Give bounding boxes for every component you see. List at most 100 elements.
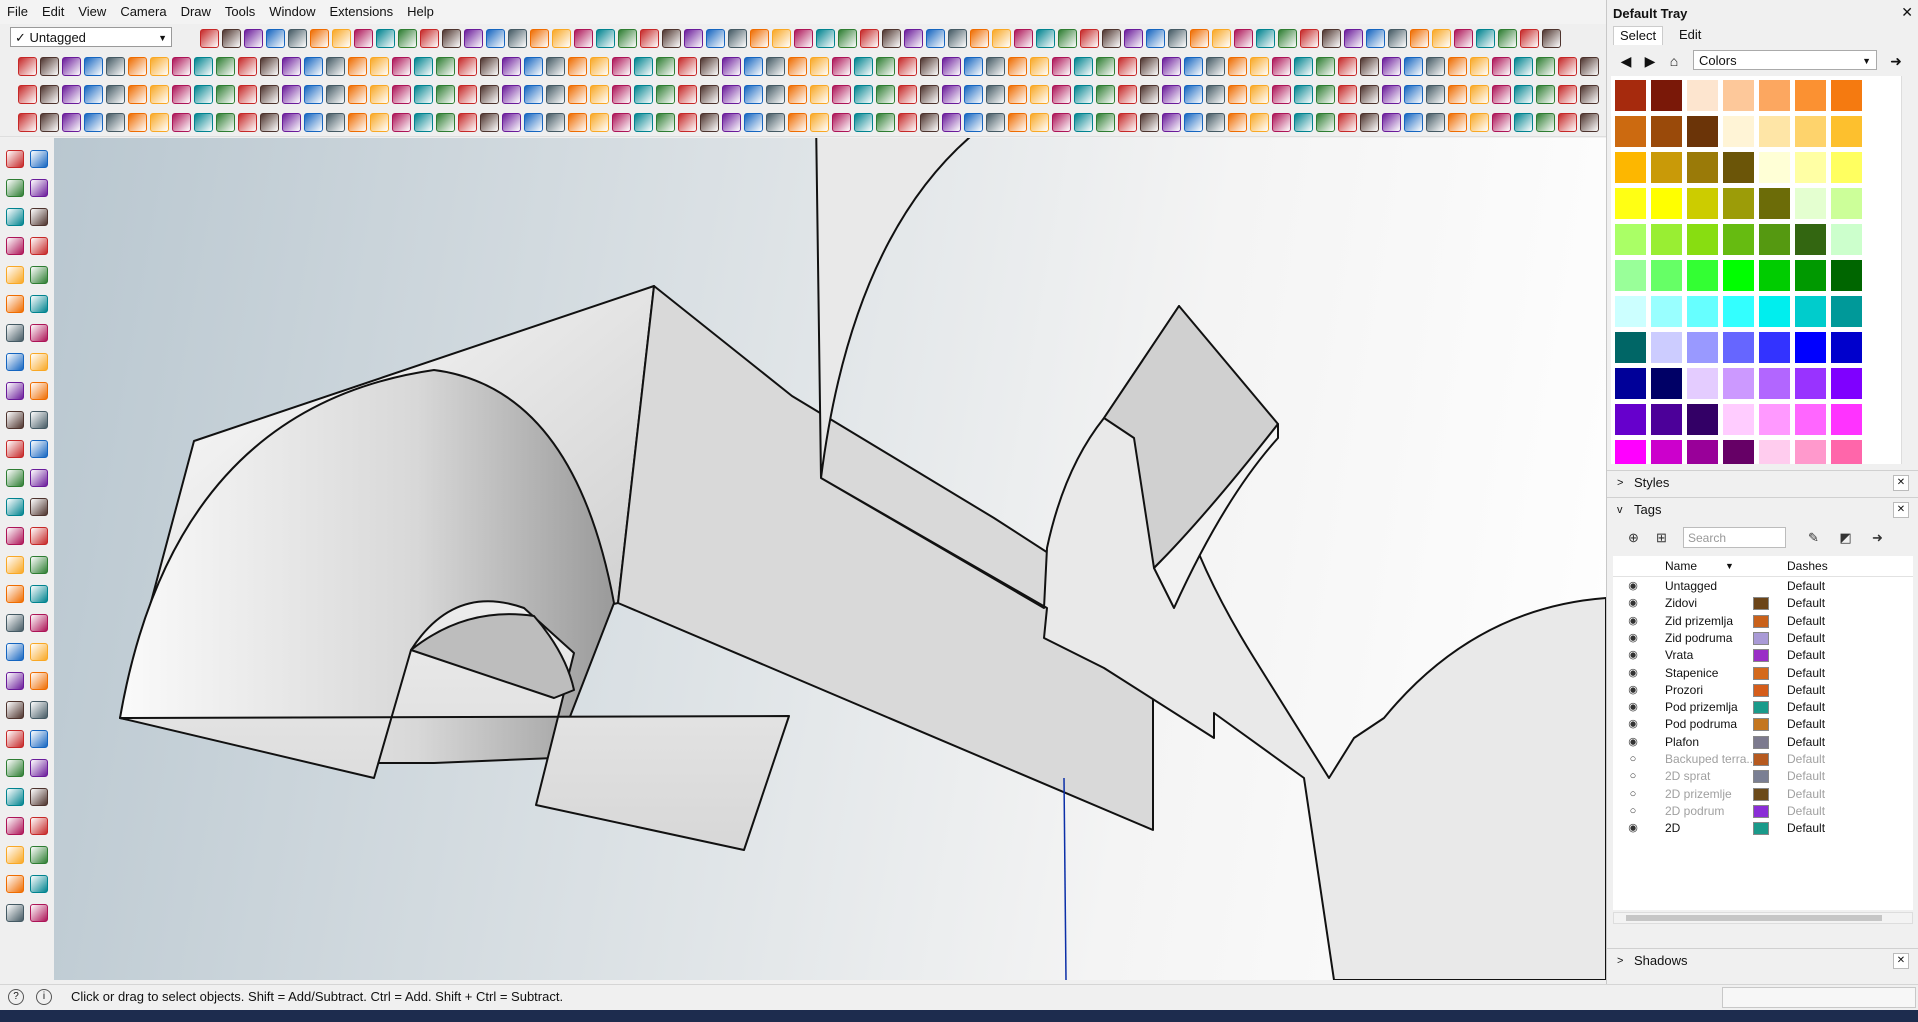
toolbar-tool-icon[interactable] [1140,57,1159,76]
toolbar-tool-icon[interactable] [1316,57,1335,76]
toolbar-tool-icon[interactable] [700,113,719,132]
toolbar-tool-icon[interactable] [1404,57,1423,76]
toolbar-tool-icon[interactable] [854,85,873,104]
color-swatch[interactable] [1759,188,1790,219]
color-swatch[interactable] [1831,116,1862,147]
toolbar-tool-icon[interactable] [530,29,549,48]
toolbar-tool-icon[interactable] [1272,57,1291,76]
toolbar-tool-icon[interactable] [1300,29,1319,48]
toolbar-tool-icon[interactable] [1470,57,1489,76]
toolbar-tool-icon[interactable] [590,113,609,132]
toolbar-tool-icon[interactable] [348,57,367,76]
toolbar-tool-icon[interactable] [222,29,241,48]
tag-row[interactable]: ◉ Zid prizemlja Default [1613,613,1913,630]
color-swatch[interactable] [1795,440,1826,464]
toolbar-tool-icon[interactable] [1492,57,1511,76]
color-swatch[interactable] [1795,224,1826,255]
color-swatch[interactable] [1651,224,1682,255]
left-tool-icon[interactable] [30,295,48,313]
left-tool-icon[interactable] [6,411,24,429]
toolbar-tool-icon[interactable] [794,29,813,48]
toolbar-tool-icon[interactable] [1580,113,1599,132]
tab-edit[interactable]: Edit [1673,26,1707,44]
toolbar-tool-icon[interactable] [788,113,807,132]
toolbar-tool-icon[interactable] [194,57,213,76]
tag-color-swatch[interactable] [1753,735,1769,749]
toolbar-tool-icon[interactable] [1360,85,1379,104]
toolbar-tool-icon[interactable] [238,85,257,104]
left-tool-icon[interactable] [30,585,48,603]
toolbar-tool-icon[interactable] [618,29,637,48]
toolbar-tool-icon[interactable] [656,113,675,132]
toolbar-tool-icon[interactable] [1476,29,1495,48]
tray-close-icon[interactable]: ✕ [1901,4,1913,21]
model-viewport[interactable] [54,138,1606,980]
toolbar-tool-icon[interactable] [1272,85,1291,104]
close-icon[interactable]: ✕ [1893,953,1909,969]
toolbar-tool-icon[interactable] [304,113,323,132]
toolbar-tool-icon[interactable] [1278,29,1297,48]
toolbar-tool-icon[interactable] [942,57,961,76]
toolbar-tool-icon[interactable] [464,29,483,48]
toolbar-tool-icon[interactable] [546,57,565,76]
color-swatch[interactable] [1723,152,1754,183]
toolbar-tool-icon[interactable] [1184,85,1203,104]
toolbar-tool-icon[interactable] [1294,57,1313,76]
color-swatch[interactable] [1831,152,1862,183]
toolbar-tool-icon[interactable] [502,85,521,104]
color-by-tag-icon[interactable]: ◩ [1837,529,1854,546]
color-swatch[interactable] [1795,80,1826,111]
toolbar-tool-icon[interactable] [1410,29,1429,48]
toolbar-tool-icon[interactable] [436,57,455,76]
tag-dashes[interactable]: Default [1787,734,1825,751]
toolbar-tool-icon[interactable] [700,85,719,104]
left-tool-icon[interactable] [30,904,48,922]
color-swatch[interactable] [1615,188,1646,219]
left-tool-icon[interactable] [30,411,48,429]
visibility-eye-icon[interactable]: ◉ [1625,682,1641,699]
color-swatch[interactable] [1759,404,1790,435]
color-swatch[interactable] [1687,296,1718,327]
toolbar-tool-icon[interactable] [1322,29,1341,48]
color-swatch[interactable] [1687,152,1718,183]
toolbar-tool-icon[interactable] [40,57,59,76]
tag-row[interactable]: ○ 2D podrum Default [1613,803,1913,820]
color-swatch[interactable] [1687,224,1718,255]
toolbar-tool-icon[interactable] [458,85,477,104]
toolbar-tool-icon[interactable] [1096,85,1115,104]
visibility-eye-icon[interactable]: ◉ [1625,699,1641,716]
color-swatch[interactable] [1651,332,1682,363]
color-swatch[interactable] [1615,296,1646,327]
toolbar-tool-icon[interactable] [684,29,703,48]
color-swatch[interactable] [1615,260,1646,291]
left-tool-icon[interactable] [30,469,48,487]
tag-row[interactable]: ◉ Zid podruma Default [1613,630,1913,647]
tag-row[interactable]: ○ 2D sprat Default [1613,768,1913,785]
toolbar-tool-icon[interactable] [920,57,939,76]
tag-dashes[interactable]: Default [1787,786,1825,803]
toolbar-tool-icon[interactable] [216,57,235,76]
menu-help[interactable]: Help [400,0,441,24]
toolbar-tool-icon[interactable] [596,29,615,48]
tag-color-swatch[interactable] [1753,631,1769,645]
toolbar-tool-icon[interactable] [1558,85,1577,104]
toolbar-tool-icon[interactable] [18,85,37,104]
tag-row[interactable]: ◉ Stapenice Default [1613,665,1913,682]
toolbar-tool-icon[interactable] [898,57,917,76]
color-swatch[interactable] [1651,260,1682,291]
tag-color-swatch[interactable] [1753,597,1769,611]
color-swatch[interactable] [1723,368,1754,399]
toolbar-tool-icon[interactable] [326,113,345,132]
tag-color-swatch[interactable] [1753,753,1769,766]
toolbar-tool-icon[interactable] [634,57,653,76]
color-swatch[interactable] [1759,296,1790,327]
menu-camera[interactable]: Camera [113,0,173,24]
toolbar-tool-icon[interactable] [992,29,1011,48]
measurements-box[interactable] [1722,987,1916,1008]
visibility-eye-icon[interactable]: ◉ [1625,734,1641,751]
tag-color-swatch[interactable] [1753,666,1769,680]
toolbar-tool-icon[interactable] [414,57,433,76]
toolbar-tool-icon[interactable] [942,113,961,132]
toolbar-tool-icon[interactable] [876,57,895,76]
toolbar-tool-icon[interactable] [1118,57,1137,76]
